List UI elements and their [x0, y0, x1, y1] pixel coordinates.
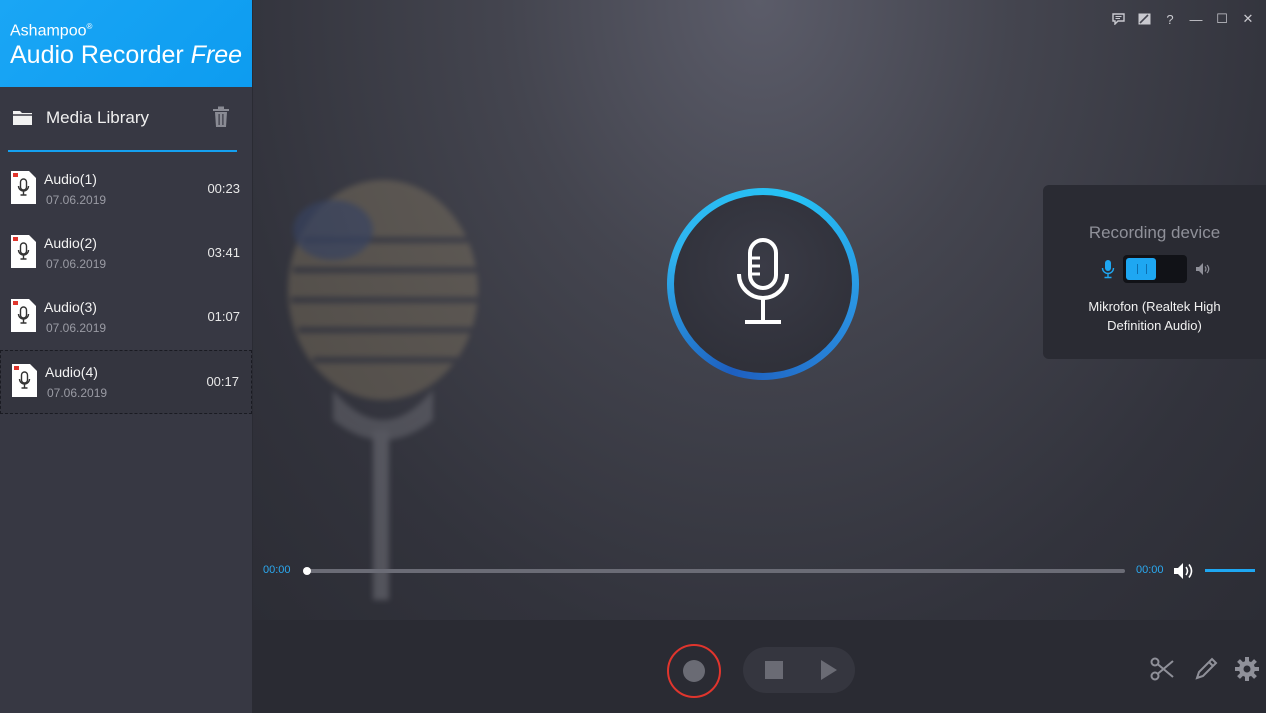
item-duration: 00:23 — [207, 181, 240, 196]
list-item[interactable]: Audio(2) 07.06.2019 03:41 — [0, 222, 252, 286]
seek-thumb[interactable] — [303, 567, 311, 575]
gear-icon[interactable] — [1234, 656, 1260, 682]
list-item[interactable]: Audio(3) 07.06.2019 01:07 — [0, 286, 252, 350]
audio-file-icon — [11, 299, 36, 332]
vendor-name: Ashampoo® — [10, 22, 93, 40]
scissors-icon[interactable] — [1149, 656, 1175, 682]
seek-slider[interactable] — [303, 567, 1125, 575]
total-time: 00:00 — [1136, 564, 1164, 576]
help-button[interactable]: ? — [1160, 10, 1180, 28]
item-date: 07.06.2019 — [46, 321, 107, 335]
item-date: 07.06.2019 — [46, 257, 107, 271]
microphone-ring-button[interactable] — [667, 188, 859, 380]
recording-device-label: Recording device — [1088, 223, 1221, 242]
playback-controls — [743, 647, 855, 693]
media-library-header: Media Library — [8, 100, 237, 152]
current-time: 00:00 — [263, 564, 291, 576]
media-list: Audio(1) 07.06.2019 00:23 Audio(2) 07.06… — [0, 158, 252, 414]
recording-device-panel: Recording device Mikrofon (Realtek High … — [1043, 185, 1266, 359]
item-duration: 03:41 — [207, 245, 240, 260]
speaker-small-icon — [1196, 263, 1210, 275]
play-button[interactable] — [821, 660, 837, 680]
product-name: Audio Recorder Free — [10, 41, 243, 70]
record-button[interactable] — [667, 644, 721, 698]
microphone-small-icon — [1101, 260, 1115, 279]
folder-icon — [13, 111, 33, 125]
item-name: Audio(3) — [44, 299, 97, 315]
audio-file-icon — [12, 364, 37, 397]
minimize-button[interactable]: — — [1186, 10, 1206, 28]
volume-slider[interactable] — [1205, 569, 1255, 572]
close-button[interactable]: ✕ — [1238, 10, 1258, 28]
trash-icon[interactable] — [212, 106, 230, 128]
skin-icon[interactable] — [1134, 10, 1154, 28]
stop-button[interactable] — [765, 661, 783, 679]
item-date: 07.06.2019 — [46, 193, 107, 207]
maximize-button[interactable]: ☐ — [1212, 10, 1232, 28]
audio-file-icon — [11, 235, 36, 268]
item-name: Audio(1) — [44, 171, 97, 187]
volume-icon[interactable] — [1173, 562, 1195, 580]
main-panel: ? — ☐ ✕ Recording device Mikrofon (Realt… — [253, 0, 1266, 620]
playback-seek-row: 00:00 00:00 — [253, 562, 1266, 580]
list-item[interactable]: Audio(1) 07.06.2019 00:23 — [0, 158, 252, 222]
item-name: Audio(4) — [45, 364, 98, 380]
item-name: Audio(2) — [44, 235, 97, 251]
device-name: Mikrofon (Realtek High Definition Audio) — [1088, 299, 1221, 333]
pencil-icon[interactable] — [1193, 656, 1219, 682]
device-switch-row — [1101, 255, 1211, 283]
sidebar: Ashampoo® Audio Recorder Free Media Libr… — [0, 0, 253, 713]
window-controls: ? — ☐ ✕ — [1108, 10, 1258, 28]
device-toggle[interactable] — [1123, 255, 1187, 283]
item-duration: 00:17 — [206, 374, 239, 389]
background-microphone-image — [288, 180, 478, 600]
item-duration: 01:07 — [207, 309, 240, 324]
chat-icon[interactable] — [1108, 10, 1128, 28]
item-date: 07.06.2019 — [47, 386, 108, 400]
transport-bar — [253, 620, 1266, 713]
list-item-selected[interactable]: Audio(4) 07.06.2019 00:17 — [0, 350, 252, 414]
microphone-icon — [737, 238, 789, 324]
app-brand: Ashampoo® Audio Recorder Free — [0, 0, 252, 87]
audio-file-icon — [11, 171, 36, 204]
media-library-title: Media Library — [46, 108, 149, 127]
